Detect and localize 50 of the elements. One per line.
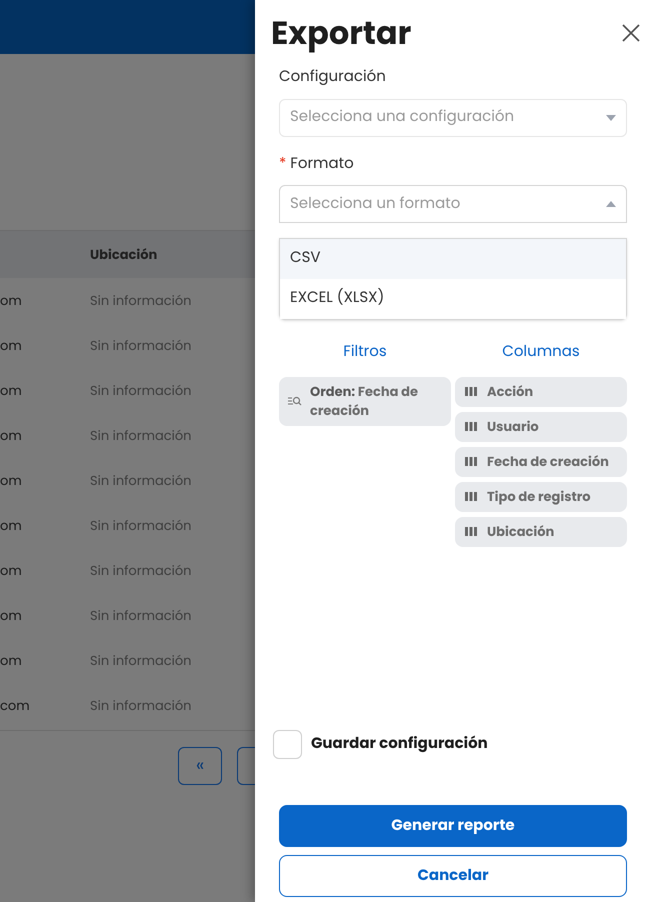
table-cell-text: om <box>0 290 23 310</box>
filters-heading: Filtros <box>342 341 388 364</box>
table-cell: Sin información <box>90 470 192 490</box>
table-cell: Sin información <box>90 696 192 716</box>
columns-icon <box>465 457 477 466</box>
close-icon[interactable] <box>622 24 640 42</box>
caret-icon <box>606 114 616 120</box>
select-field[interactable]: Selecciona un formato <box>279 185 627 223</box>
dropdown-option[interactable]: EXCEL (XLSX) <box>280 278 626 318</box>
sort-search-icon <box>288 395 302 407</box>
table-cell: Sin información <box>90 426 192 446</box>
dropdown-option[interactable]: CSV <box>280 238 626 278</box>
columns-heading: Columnas <box>501 341 581 364</box>
checkbox-label: Guardar configuración <box>311 733 488 756</box>
table-cell-text: om <box>0 426 23 446</box>
table-cell-text: om <box>0 560 23 580</box>
table-cell-text: om <box>0 650 23 670</box>
columns-icon <box>465 492 477 501</box>
table-cell: Sin información <box>90 516 192 536</box>
column-chip: Ubicación <box>455 516 627 546</box>
select-field[interactable]: Selecciona una configuración <box>279 98 627 136</box>
caret-icon <box>606 201 616 207</box>
table-cell-text: com <box>0 696 31 716</box>
cancel-button[interactable]: Cancelar <box>279 855 627 897</box>
field-label: Configuración <box>279 66 386 88</box>
table-cell: Sin información <box>90 336 192 356</box>
table-cell-text: om <box>0 336 23 356</box>
save-config-checkbox[interactable] <box>273 730 302 759</box>
required-mark: * <box>279 152 286 175</box>
columns-icon <box>465 422 477 431</box>
filter-chip: Orden: Fecha de creación <box>279 376 451 426</box>
table-cell: Sin información <box>90 650 192 670</box>
columns-icon <box>465 527 477 536</box>
table-cell: Sin información <box>90 606 192 626</box>
table-cell-text: om <box>0 470 23 490</box>
generate-report-button[interactable]: Generar reporte <box>279 805 627 847</box>
table-cell: Sin información <box>90 380 192 400</box>
table-cell-text: om <box>0 380 23 400</box>
table-cell: Sin información <box>90 560 192 580</box>
column-header: Ubicación <box>90 244 158 264</box>
columns-icon <box>465 387 477 396</box>
field-label: Formato <box>290 152 354 175</box>
drawer-title: Exportar <box>271 14 412 54</box>
column-chip: Acción <box>455 376 627 406</box>
column-chip: Fecha de creación <box>455 446 627 476</box>
table-cell-text: om <box>0 606 23 626</box>
table-cell: Sin información <box>90 290 192 310</box>
column-chip: Usuario <box>455 412 627 442</box>
table-cell-text: om <box>0 516 23 536</box>
column-chip: Tipo de registro <box>455 482 627 512</box>
